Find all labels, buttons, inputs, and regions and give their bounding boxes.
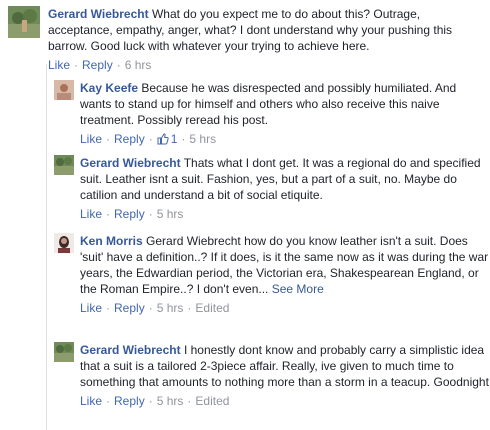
timestamp[interactable]: 5 hrs bbox=[157, 300, 184, 316]
separator-dot: · bbox=[148, 301, 153, 315]
comment-actions: Like · Reply · 5 hrs · Edited bbox=[80, 393, 490, 409]
reply-link[interactable]: Reply bbox=[114, 131, 145, 147]
see-more-link[interactable]: See More bbox=[272, 282, 324, 296]
separator-dot: · bbox=[74, 58, 79, 72]
separator-dot: · bbox=[106, 132, 111, 146]
reply-comment: Gerard Wiebrecht I honestly dont know an… bbox=[54, 342, 490, 409]
author-name[interactable]: Kay Keefe bbox=[80, 81, 138, 95]
author-name[interactable]: Ken Morris bbox=[80, 234, 143, 248]
reply-link[interactable]: Reply bbox=[114, 206, 145, 222]
like-link[interactable]: Like bbox=[80, 300, 102, 316]
reply-comment: Ken Morris Gerard Wiebrecht how do you k… bbox=[54, 233, 490, 316]
reply-divider bbox=[46, 64, 47, 430]
author-name[interactable]: Gerard Wiebrecht bbox=[80, 343, 181, 357]
edited-label[interactable]: Edited bbox=[195, 300, 229, 316]
timestamp[interactable]: 5 hrs bbox=[157, 393, 184, 409]
comment-body: Kay Keefe Because he was disrespected an… bbox=[80, 80, 490, 147]
avatar[interactable] bbox=[54, 80, 74, 100]
comment: Gerard Wiebrecht What do you expect me t… bbox=[8, 6, 468, 73]
comment-body: Gerard Wiebrecht What do you expect me t… bbox=[48, 6, 468, 73]
comment-actions: Like · Reply · 5 hrs · Edited bbox=[80, 300, 490, 316]
reply-link[interactable]: Reply bbox=[114, 300, 145, 316]
avatar[interactable] bbox=[54, 155, 74, 175]
avatar[interactable] bbox=[54, 342, 74, 362]
timestamp[interactable]: 6 hrs bbox=[125, 57, 152, 73]
avatar[interactable] bbox=[8, 6, 40, 38]
separator-dot: · bbox=[148, 394, 153, 408]
like-link[interactable]: Like bbox=[80, 393, 102, 409]
comment-body: Ken Morris Gerard Wiebrecht how do you k… bbox=[80, 233, 490, 316]
comment-thread: Gerard Wiebrecht What do you expect me t… bbox=[0, 0, 490, 430]
avatar[interactable] bbox=[54, 233, 74, 253]
separator-dot: · bbox=[106, 301, 111, 315]
separator-dot: · bbox=[116, 58, 121, 72]
separator-dot: · bbox=[148, 132, 153, 146]
reply-comment: Kay Keefe Because he was disrespected an… bbox=[54, 80, 490, 147]
separator-dot: · bbox=[148, 207, 153, 221]
edited-label[interactable]: Edited bbox=[195, 393, 229, 409]
reaction-count[interactable]: 1 bbox=[157, 131, 178, 147]
timestamp[interactable]: 5 hrs bbox=[157, 206, 184, 222]
thumbs-up-icon bbox=[157, 133, 169, 145]
comment-actions: Like · Reply · 1 · 5 hrs bbox=[80, 131, 490, 147]
timestamp[interactable]: 5 hrs bbox=[189, 131, 216, 147]
author-name[interactable]: Gerard Wiebrecht bbox=[80, 156, 181, 170]
separator-dot: · bbox=[187, 394, 192, 408]
reaction-count-number: 1 bbox=[170, 132, 178, 146]
separator-dot: · bbox=[106, 207, 111, 221]
comment-body: Gerard Wiebrecht I honestly dont know an… bbox=[80, 342, 490, 409]
comment-actions: Like · Reply · 6 hrs bbox=[48, 57, 468, 73]
separator-dot: · bbox=[181, 132, 186, 146]
like-link[interactable]: Like bbox=[48, 57, 70, 73]
comment-actions: Like · Reply · 5 hrs bbox=[80, 206, 490, 222]
separator-dot: · bbox=[106, 394, 111, 408]
comment-body: Gerard Wiebrecht Thats what I dont get. … bbox=[80, 155, 490, 222]
separator-dot: · bbox=[187, 301, 192, 315]
like-link[interactable]: Like bbox=[80, 206, 102, 222]
reply-link[interactable]: Reply bbox=[114, 393, 145, 409]
like-link[interactable]: Like bbox=[80, 131, 102, 147]
author-name[interactable]: Gerard Wiebrecht bbox=[48, 7, 149, 21]
reply-comment: Gerard Wiebrecht Thats what I dont get. … bbox=[54, 155, 490, 222]
reply-link[interactable]: Reply bbox=[82, 57, 113, 73]
